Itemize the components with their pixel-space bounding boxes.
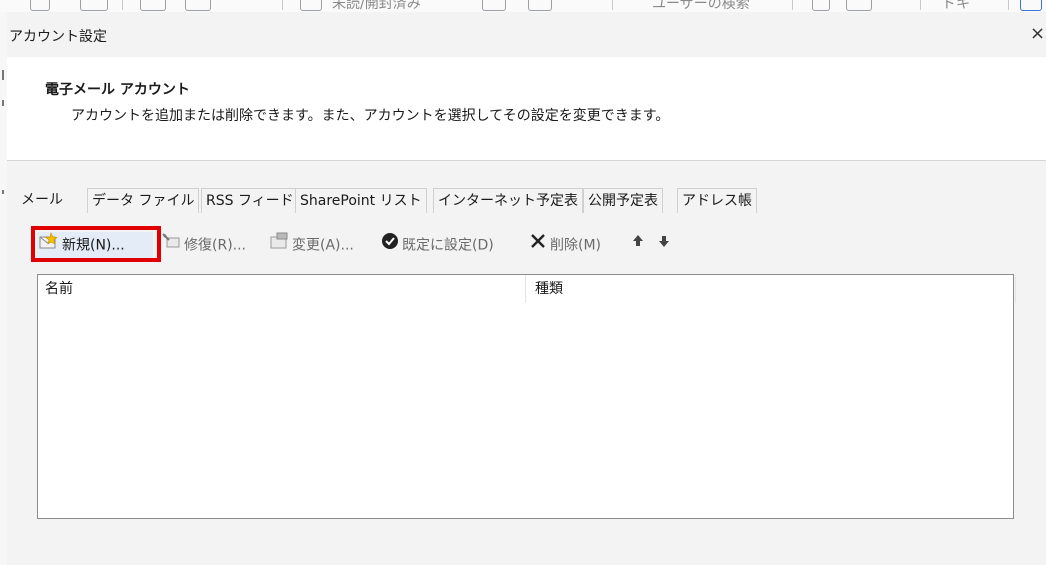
column-header-name[interactable]: 名前 [45, 275, 73, 303]
background-icon [80, 0, 108, 11]
tab-data-files[interactable]: データ ファイル [87, 188, 200, 213]
close-icon: × [1030, 23, 1046, 44]
new-button-highlight-box [31, 226, 161, 262]
background-icon [846, 0, 872, 11]
tab-mail[interactable]: メール [17, 188, 67, 212]
background-icon [30, 0, 50, 11]
column-divider [1015, 275, 1016, 303]
background-text: ドキ [942, 0, 970, 12]
dialog-title: アカウント設定 [9, 29, 107, 45]
section-description: アカウントを追加または削除できます。また、アカウントを選択してその設定を変更でき… [71, 108, 670, 124]
delete-account-label: 削除(M) [550, 237, 602, 254]
tab-rss-feeds[interactable]: RSS フィード [201, 188, 299, 213]
tab-address-books[interactable]: アドレス帳 [677, 188, 757, 213]
background-icon [1020, 0, 1042, 11]
background-icon [812, 0, 830, 11]
tab-internet-calendars[interactable]: インターネット予定表 [433, 188, 583, 213]
arrow-down-icon [657, 232, 671, 258]
background-text: ユーザーの検索 [652, 0, 750, 12]
account-list[interactable]: 名前 種類 [37, 274, 1016, 519]
arrow-up-icon [631, 232, 645, 258]
background-icon [300, 0, 322, 11]
background-window-edge [0, 12, 7, 565]
set-default-button[interactable]: 既定に設定(D) [381, 232, 494, 258]
checkmark-circle-icon [381, 232, 399, 259]
tab-published-calendars[interactable]: 公開予定表 [583, 188, 663, 213]
background-icon [528, 0, 552, 11]
change-account-label: 変更(A)... [292, 237, 354, 254]
move-up-button[interactable] [631, 232, 648, 258]
column-divider [525, 275, 526, 303]
delete-x-icon [529, 232, 547, 259]
header-panel: 電子メール アカウント アカウントを追加または削除できます。また、アカウントを選… [7, 57, 1046, 161]
delete-account-button[interactable]: 削除(M) [529, 232, 601, 258]
set-default-label: 既定に設定(D) [402, 237, 494, 254]
change-account-button[interactable]: 変更(A)... [269, 232, 354, 258]
dialog-titlebar: アカウント設定 × [7, 12, 1046, 57]
background-text: 未読/開封済み [332, 0, 421, 12]
background-icon [482, 0, 506, 11]
background-window-toolbar: 未読/開封済み ユーザーの検索 ドキ [0, 0, 1046, 12]
repair-account-button[interactable]: 修復(R)... [161, 232, 246, 258]
tab-sharepoint-lists[interactable]: SharePoint リスト [295, 188, 427, 213]
column-header-type[interactable]: 種類 [535, 275, 563, 303]
background-icon [140, 0, 166, 11]
change-icon [269, 232, 289, 259]
repair-account-label: 修復(R)... [184, 237, 247, 254]
account-settings-dialog: アカウント設定 × 電子メール アカウント アカウントを追加または削除できます。… [7, 12, 1046, 565]
move-down-button[interactable] [657, 232, 674, 258]
close-button[interactable]: × [1030, 22, 1046, 46]
section-title: 電子メール アカウント [45, 82, 190, 98]
background-icon [185, 0, 211, 11]
repair-icon [161, 232, 181, 259]
